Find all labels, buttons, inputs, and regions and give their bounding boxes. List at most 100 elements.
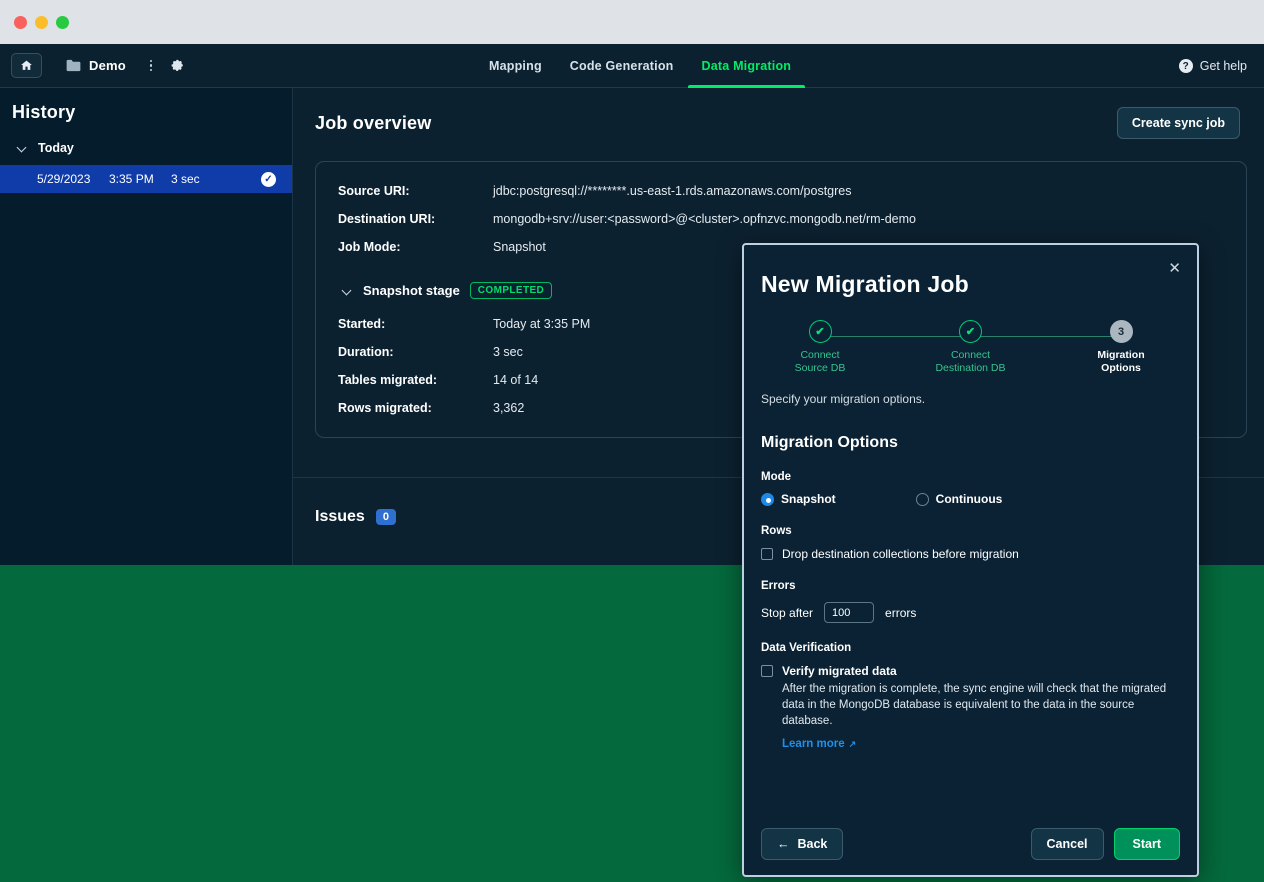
step-label: Connect Destination DB xyxy=(935,349,1005,375)
verify-migrated-data-label: Verify migrated data xyxy=(782,664,1180,678)
tab-data-migration[interactable]: Data Migration xyxy=(688,44,806,88)
external-link-icon: ↗ xyxy=(849,739,857,750)
folder-icon xyxy=(66,59,81,72)
radio-unselected-icon xyxy=(916,493,929,506)
migration-stepper: ✔ Connect Source DB ✔ Connect Destinatio… xyxy=(768,320,1173,378)
checkbox-drop-destination-collections[interactable]: Drop destination collections before migr… xyxy=(761,547,1180,561)
history-date: 5/29/2023 xyxy=(37,172,109,186)
detail-key: Rows migrated: xyxy=(338,401,493,415)
detail-value: Today at 3:35 PM xyxy=(493,317,590,331)
step-label-line1: Migration xyxy=(1097,349,1144,361)
detail-key: Started: xyxy=(338,317,493,331)
app-window: Demo Mapping Code Generation Data Migrat… xyxy=(0,0,1264,882)
errors-label: Errors xyxy=(761,580,1180,592)
chevron-down-icon xyxy=(18,143,28,153)
stop-after-errors-field: Stop after errors xyxy=(761,602,1180,623)
nav-tabs: Mapping Code Generation Data Migration xyxy=(489,44,805,88)
step-connect-source-db[interactable]: ✔ Connect Source DB xyxy=(768,320,872,375)
detail-key: Job Mode: xyxy=(338,240,493,254)
close-window-button[interactable] xyxy=(14,16,27,29)
radio-selected-icon xyxy=(761,493,774,506)
arrow-left-icon: ← xyxy=(777,837,790,851)
check-icon: ✔ xyxy=(959,320,982,343)
step-label-line2: Source DB xyxy=(795,362,846,374)
learn-more-link[interactable]: Learn more ↗ xyxy=(782,738,856,750)
new-migration-job-dialog: ✕ New Migration Job ✔ Connect Source DB … xyxy=(742,243,1199,877)
start-button[interactable]: Start xyxy=(1114,828,1180,860)
history-duration: 3 sec xyxy=(171,172,231,186)
detail-value: 3,362 xyxy=(493,401,524,415)
mode-radio-group: Snapshot Continuous xyxy=(761,492,1180,506)
checkbox-unchecked-icon xyxy=(761,548,773,560)
detail-key: Duration: xyxy=(338,345,493,359)
get-help-button[interactable]: ? Get help xyxy=(1179,44,1247,88)
radio-continuous[interactable]: Continuous xyxy=(916,492,1003,506)
step-migration-options[interactable]: 3 Migration Options xyxy=(1069,320,1173,375)
project-breadcrumb[interactable]: Demo xyxy=(66,58,126,73)
radio-continuous-label: Continuous xyxy=(936,492,1003,506)
step-label-line1: Connect xyxy=(800,349,839,361)
stop-after-label: Stop after xyxy=(761,606,813,620)
detail-value: 3 sec xyxy=(493,345,523,359)
detail-key: Destination URI: xyxy=(338,212,493,226)
minimize-window-button[interactable] xyxy=(35,16,48,29)
question-circle-icon: ? xyxy=(1179,59,1193,73)
issues-count-badge: 0 xyxy=(376,509,396,525)
tab-mapping[interactable]: Mapping xyxy=(489,44,556,88)
home-button[interactable] xyxy=(11,53,42,78)
detail-key: Source URI: xyxy=(338,184,493,198)
checkbox-label: Drop destination collections before migr… xyxy=(782,547,1019,561)
detail-value: Snapshot xyxy=(493,240,546,254)
checkbox-unchecked-icon[interactable] xyxy=(761,665,773,677)
dialog-hint: Specify your migration options. xyxy=(761,392,1180,406)
check-icon: ✔ xyxy=(809,320,832,343)
step-label-line2: Destination DB xyxy=(935,362,1005,374)
step-label-line2: Options xyxy=(1101,362,1141,374)
page-title: Job overview xyxy=(315,113,431,134)
dialog-title: New Migration Job xyxy=(744,245,1197,298)
history-sidebar: History Today 5/29/2023 3:35 PM 3 sec ✓ xyxy=(0,88,293,565)
data-verification-label: Data Verification xyxy=(761,642,1180,654)
step-label: Migration Options xyxy=(1097,349,1144,375)
close-icon[interactable]: ✕ xyxy=(1168,261,1181,276)
maximize-window-button[interactable] xyxy=(56,16,69,29)
rows-label: Rows xyxy=(761,525,1180,537)
issues-section: Issues 0 xyxy=(315,508,396,526)
step-connect-destination-db[interactable]: ✔ Connect Destination DB xyxy=(919,320,1023,375)
detail-value: jdbc:postgresql://********.us-east-1.rds… xyxy=(493,184,852,198)
stop-after-errors-input[interactable] xyxy=(824,602,874,623)
detail-row-destination-uri: Destination URI: mongodb+srv://user:<pas… xyxy=(316,212,1246,226)
project-name: Demo xyxy=(89,58,126,73)
cancel-button[interactable]: Cancel xyxy=(1031,828,1104,860)
main-header: Job overview Create sync job xyxy=(293,88,1264,139)
status-badge: COMPLETED xyxy=(470,282,552,299)
verify-migrated-data-description: After the migration is complete, the syn… xyxy=(782,681,1180,729)
step-number: 3 xyxy=(1110,320,1133,343)
home-icon xyxy=(20,59,33,72)
history-row[interactable]: 5/29/2023 3:35 PM 3 sec ✓ xyxy=(0,165,292,193)
chevron-down-icon xyxy=(343,286,353,296)
errors-suffix-label: errors xyxy=(885,606,916,620)
radio-snapshot-label: Snapshot xyxy=(781,492,836,506)
history-time: 3:35 PM xyxy=(109,172,171,186)
radio-snapshot[interactable]: Snapshot xyxy=(761,492,836,506)
get-help-label: Get help xyxy=(1200,59,1247,73)
sidebar-title: History xyxy=(0,88,292,123)
top-navigation-bar: Demo Mapping Code Generation Data Migrat… xyxy=(0,44,1264,88)
step-label: Connect Source DB xyxy=(795,349,846,375)
tab-code-generation[interactable]: Code Generation xyxy=(556,44,688,88)
nav-left-group: Demo xyxy=(0,53,184,78)
issues-label: Issues xyxy=(315,508,365,526)
detail-key: Tables migrated: xyxy=(338,373,493,387)
more-vertical-icon[interactable] xyxy=(150,60,153,72)
back-label: Back xyxy=(798,837,828,851)
mode-label: Mode xyxy=(761,471,1180,483)
back-button[interactable]: ← Back xyxy=(761,828,843,860)
detail-row-source-uri: Source URI: jdbc:postgresql://********.u… xyxy=(316,184,1246,198)
detail-value: mongodb+srv://user:<password>@<cluster>.… xyxy=(493,212,916,226)
gear-icon[interactable] xyxy=(169,58,184,73)
snapshot-stage-title: Snapshot stage xyxy=(363,283,460,298)
migration-options-heading: Migration Options xyxy=(761,434,1180,452)
create-sync-job-button[interactable]: Create sync job xyxy=(1117,107,1240,139)
history-group-today[interactable]: Today xyxy=(0,123,292,155)
